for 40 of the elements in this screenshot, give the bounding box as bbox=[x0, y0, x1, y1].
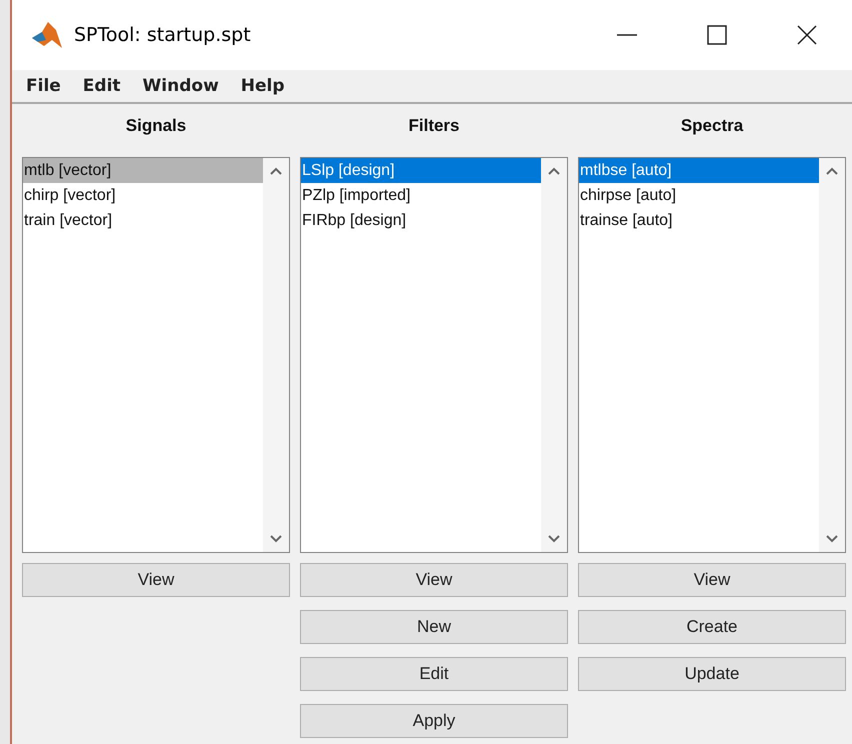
list-item[interactable]: FIRbp [design] bbox=[301, 208, 541, 233]
list-item[interactable]: chirpse [auto] bbox=[579, 183, 819, 208]
scroll-up-icon[interactable] bbox=[548, 166, 560, 176]
list-box[interactable]: LSlp [design] PZlp [imported] FIRbp [design] bbox=[300, 157, 568, 553]
maximize-icon[interactable] bbox=[705, 23, 729, 47]
list-item[interactable]: LSlp [design] bbox=[301, 158, 541, 183]
action-button[interactable]: Create bbox=[578, 610, 846, 644]
action-button[interactable]: New bbox=[300, 610, 568, 644]
app-logo-icon bbox=[30, 20, 64, 50]
action-button[interactable]: View bbox=[300, 563, 568, 597]
panel-heading: Spectra bbox=[680, 115, 744, 137]
action-button[interactable]: Edit bbox=[300, 657, 568, 691]
action-button[interactable]: View bbox=[22, 563, 290, 597]
scroll-up-icon[interactable] bbox=[270, 166, 282, 176]
scroll-down-icon[interactable] bbox=[826, 534, 838, 544]
list-item[interactable]: trainse [auto] bbox=[579, 208, 819, 233]
menu-item[interactable]: File bbox=[26, 76, 61, 96]
list-item[interactable]: mtlbse [auto] bbox=[579, 158, 819, 183]
list-item[interactable]: mtlb [vector] bbox=[23, 158, 263, 183]
scrollbar[interactable] bbox=[819, 158, 845, 552]
menu-item[interactable]: Help bbox=[240, 76, 285, 96]
menu-item[interactable]: Edit bbox=[82, 76, 121, 96]
scroll-down-icon[interactable] bbox=[270, 534, 282, 544]
menu-item[interactable]: Window bbox=[142, 76, 219, 96]
action-button[interactable]: Update bbox=[578, 657, 846, 691]
panel-heading: Signals bbox=[124, 115, 188, 137]
scroll-down-icon[interactable] bbox=[548, 534, 560, 544]
scrollbar[interactable] bbox=[541, 158, 567, 552]
list-item[interactable]: chirp [vector] bbox=[23, 183, 263, 208]
panel-heading: Filters bbox=[407, 115, 461, 137]
action-button[interactable]: Apply bbox=[300, 704, 568, 738]
list-box[interactable]: mtlb [vector] chirp [vector] train [vector] bbox=[22, 157, 290, 553]
list-box[interactable]: mtlbse [auto] chirpse [auto] trainse [auto] bbox=[578, 157, 846, 553]
scroll-up-icon[interactable] bbox=[826, 166, 838, 176]
scrollbar[interactable] bbox=[263, 158, 289, 552]
action-button[interactable]: View bbox=[578, 563, 846, 597]
close-icon[interactable] bbox=[795, 23, 819, 47]
window-title: SPTool: startup.spt bbox=[74, 24, 252, 46]
list-item[interactable]: PZlp [imported] bbox=[301, 183, 541, 208]
list-item[interactable]: train [vector] bbox=[23, 208, 263, 233]
